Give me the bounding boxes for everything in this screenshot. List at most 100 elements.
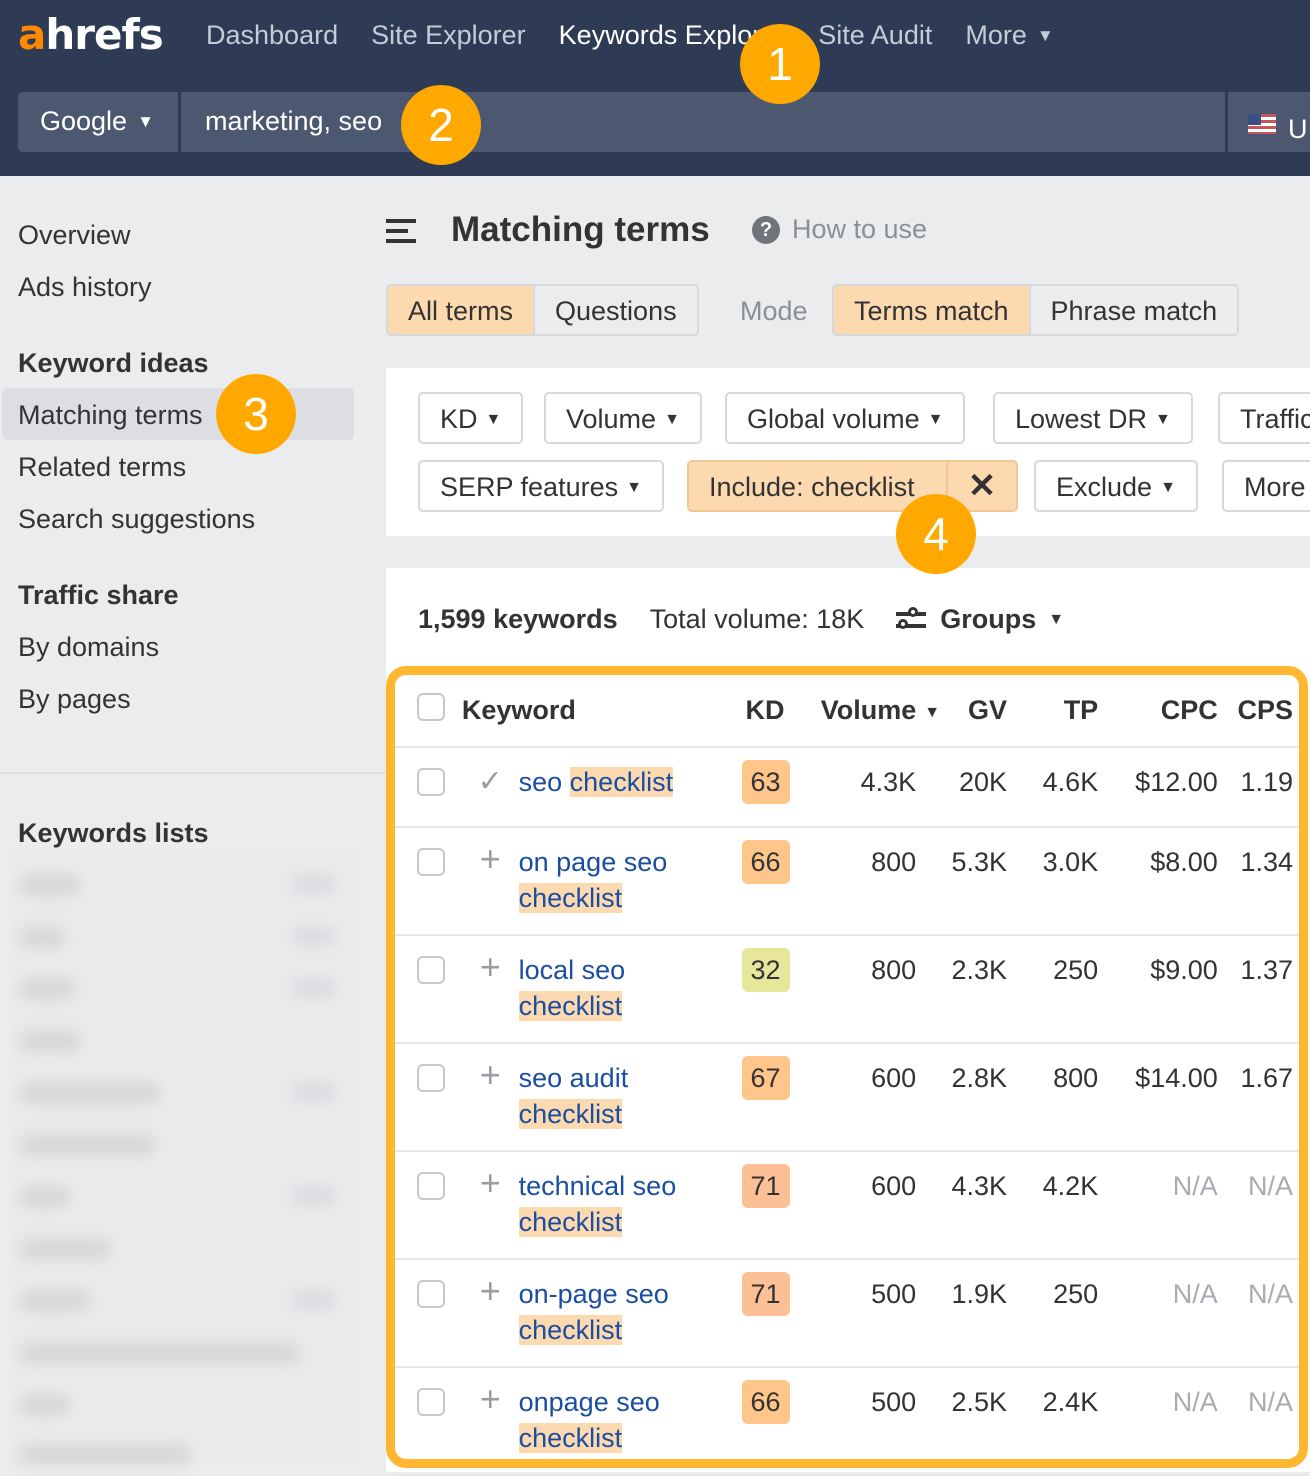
keyword-search-input[interactable]: marketing, seo xyxy=(205,106,382,137)
keywords-table: Keyword KD Volume ▼ GV TP CPC CPS ✓ seo ch… xyxy=(395,675,1307,1476)
blurred-list-item xyxy=(20,926,65,948)
sidebar-item-overview[interactable]: Overview xyxy=(18,220,131,251)
filter-more[interactable]: More xyxy=(1222,460,1310,512)
row-checkbox[interactable] xyxy=(417,848,445,876)
select-all-checkbox-cell xyxy=(395,675,462,748)
select-all-checkbox[interactable] xyxy=(417,693,445,721)
row-checkbox[interactable] xyxy=(417,1280,445,1308)
nav-dashboard[interactable]: Dashboard xyxy=(206,20,338,51)
sidebar-item-ads-history[interactable]: Ads history xyxy=(18,272,152,303)
tab-phrase-match[interactable]: Phrase match xyxy=(1028,286,1238,334)
filter-serp-features[interactable]: SERP features ▼ xyxy=(418,460,664,512)
matched-term-highlight: checklist xyxy=(518,1315,623,1345)
sidebar-item-by-pages[interactable]: By pages xyxy=(18,684,131,715)
sidebar-item-by-domains[interactable]: By domains xyxy=(18,632,159,663)
keyword-link[interactable]: seo audit checklist xyxy=(518,1060,719,1132)
groups-dropdown[interactable]: Groups ▼ xyxy=(896,604,1064,635)
sidebar-heading-traffic-share: Traffic share xyxy=(18,580,179,610)
kd-cell: 66 xyxy=(741,1367,817,1476)
row-checkbox-cell xyxy=(395,747,462,828)
row-checkbox[interactable] xyxy=(417,956,445,984)
hamburger-menu-icon[interactable] xyxy=(386,219,416,243)
keyword-link[interactable]: technical seo checklist xyxy=(518,1168,719,1240)
mode-label: Mode xyxy=(740,296,808,326)
nav-more[interactable]: More ▼ xyxy=(965,20,1053,51)
cps-cell: 1.34 xyxy=(1217,827,1307,936)
plus-icon[interactable]: + xyxy=(480,1273,501,1309)
cps-cell: 1.37 xyxy=(1217,935,1307,1044)
plus-icon[interactable]: + xyxy=(480,841,501,877)
filter-traffic[interactable]: Traffic xyxy=(1218,392,1310,444)
total-volume: Total volume: 18K xyxy=(649,604,865,634)
tp-cell: 800 xyxy=(1007,1043,1099,1152)
col-cpc[interactable]: CPC xyxy=(1098,675,1218,748)
cpc-cell: N/A xyxy=(1098,1151,1218,1260)
matched-term-highlight: checklist xyxy=(518,1423,623,1453)
kd-badge: 71 xyxy=(741,1272,790,1316)
filter-exclude[interactable]: Exclude ▼ xyxy=(1034,460,1198,512)
plus-icon[interactable]: + xyxy=(480,1057,501,1093)
row-checkbox[interactable] xyxy=(417,768,445,796)
sidebar-item-search-suggestions[interactable]: Search suggestions xyxy=(18,504,255,535)
kd-badge: 66 xyxy=(741,840,790,884)
row-checkbox[interactable] xyxy=(417,1064,445,1092)
keyword-link[interactable]: seo checklist xyxy=(519,764,719,800)
blurred-list-item xyxy=(20,1394,70,1416)
col-cps[interactable]: CPS xyxy=(1217,675,1307,748)
volume-cell: 600 xyxy=(816,1151,941,1260)
tab-terms-match[interactable]: Terms match xyxy=(834,286,1029,334)
how-to-use-link[interactable]: ? How to use xyxy=(752,214,927,245)
filter-include[interactable]: Include: checklist ✕ xyxy=(687,460,1018,512)
add-to-list-cell: + xyxy=(461,935,519,1044)
sidebar-item-matching-terms[interactable]: Matching terms xyxy=(18,400,203,431)
kd-badge: 67 xyxy=(741,1056,790,1100)
keyword-link[interactable]: local seo checklist xyxy=(518,952,719,1024)
volume-cell: 600 xyxy=(816,1043,941,1152)
row-checkbox[interactable] xyxy=(417,1388,445,1416)
filter-lowest-dr[interactable]: Lowest DR ▼ xyxy=(993,392,1193,444)
nav-site-explorer[interactable]: Site Explorer xyxy=(371,20,526,51)
blurred-count xyxy=(292,1082,336,1102)
sidebar-heading-keywords-lists: Keywords lists xyxy=(18,818,209,848)
kd-cell: 71 xyxy=(741,1151,817,1260)
blurred-list-item xyxy=(20,1342,300,1364)
col-tp[interactable]: TP xyxy=(1007,675,1099,748)
kd-badge: 71 xyxy=(741,1164,790,1208)
ahrefs-logo[interactable]: ahrefs xyxy=(18,10,164,59)
row-checkbox[interactable] xyxy=(417,1172,445,1200)
plus-icon[interactable]: + xyxy=(480,1381,501,1417)
checkmark-icon[interactable]: ✓ xyxy=(478,764,503,800)
tp-cell: 250 xyxy=(1007,935,1099,1044)
filter-global-volume[interactable]: Global volume ▼ xyxy=(725,392,966,444)
sidebar-item-related-terms[interactable]: Related terms xyxy=(18,452,186,483)
us-flag-icon xyxy=(1248,114,1276,134)
search-bar: Google ▼ marketing, seo U xyxy=(18,92,1310,152)
col-gv[interactable]: GV xyxy=(940,675,1008,748)
keyword-link[interactable]: on-page seo checklist xyxy=(518,1276,719,1348)
nav-site-audit[interactable]: Site Audit xyxy=(818,20,932,51)
plus-icon[interactable]: + xyxy=(480,1165,501,1201)
col-keyword[interactable]: Keyword xyxy=(461,675,742,748)
col-kd[interactable]: KD xyxy=(741,675,817,748)
sidebar: Overview Ads history Keyword ideas Match… xyxy=(0,176,386,1472)
col-volume[interactable]: Volume ▼ xyxy=(816,675,941,748)
kd-badge: 32 xyxy=(741,948,790,992)
add-to-list-cell: + xyxy=(461,1259,519,1368)
tp-cell: 4.2K xyxy=(1007,1151,1099,1260)
country-select[interactable]: U xyxy=(1225,92,1308,152)
volume-cell: 500 xyxy=(816,1259,941,1368)
filter-kd[interactable]: KD ▼ xyxy=(418,392,524,444)
keyword-link[interactable]: on page seo checklist xyxy=(518,844,719,916)
filter-volume[interactable]: Volume ▼ xyxy=(544,392,702,444)
volume-cell: 4.3K xyxy=(816,747,941,828)
caret-down-icon: ▼ xyxy=(1036,26,1054,45)
plus-icon[interactable]: + xyxy=(480,949,501,985)
search-engine-select[interactable]: Google ▼ xyxy=(18,92,181,152)
caret-down-icon: ▼ xyxy=(485,411,502,428)
keyword-link[interactable]: onpage seo checklist xyxy=(518,1384,719,1456)
kd-badge: 66 xyxy=(741,1380,790,1424)
tab-all-terms[interactable]: All terms xyxy=(388,286,534,334)
gv-cell: 20K xyxy=(940,747,1008,828)
tab-questions[interactable]: Questions xyxy=(533,286,697,334)
caret-down-icon: ▼ xyxy=(664,411,680,428)
